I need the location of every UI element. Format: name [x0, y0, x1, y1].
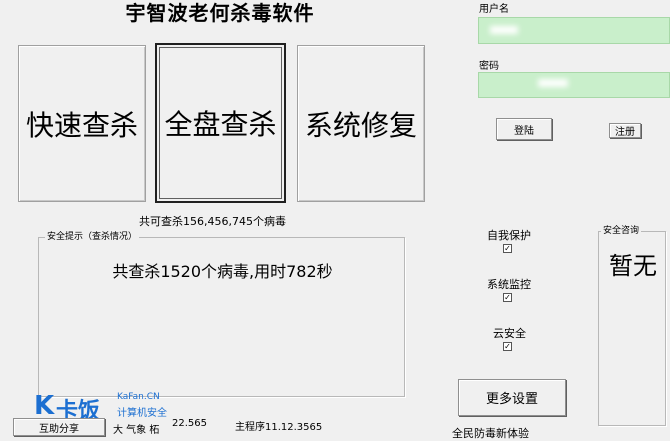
password-label: 密码 [479, 61, 499, 72]
mutual-help-share-button[interactable]: 互助分享 [13, 418, 105, 436]
app-title: 宇智波老何杀毒软件 [125, 1, 315, 25]
password-input[interactable] [478, 72, 670, 98]
scan-result-message: 共查杀1520个病毒,用时782秒 [112, 262, 333, 281]
system-repair-button[interactable]: 系统修复 [297, 45, 425, 202]
username-label: 用户名 [479, 4, 509, 15]
self-protect-label: 自我保护 [487, 229, 531, 242]
login-button[interactable]: 登陆 [496, 118, 552, 140]
security-consult-legend: 安全咨询 [601, 225, 642, 237]
quick-scan-button[interactable]: 快速查杀 [18, 45, 146, 202]
cloud-security-checkbox[interactable]: ✓ [503, 342, 512, 351]
full-scan-button[interactable]: 全盘查杀 [155, 43, 286, 203]
version-number: 22.565 [172, 418, 207, 429]
self-protect-checkbox[interactable]: ✓ [503, 244, 512, 253]
system-monitor-checkbox[interactable]: ✓ [503, 293, 512, 302]
security-consult-group: 安全咨询 暂无 [598, 225, 666, 426]
cloud-security-label: 云安全 [493, 327, 526, 340]
more-settings-button[interactable]: 更多设置 [458, 379, 566, 416]
register-button[interactable]: 注册 [609, 123, 641, 138]
weather-text: 大 气象 柘 [113, 425, 160, 436]
main-program-version: 主程序11.12.3565 [235, 422, 323, 433]
watermark-tagline: 计算机安全 [117, 408, 167, 419]
safety-group-legend: 安全提示（查杀情况） [45, 231, 140, 243]
kafan-logo-icon: K [34, 391, 55, 421]
security-consult-value: 暂无 [609, 252, 657, 280]
watermark-site: KaFan.CN [117, 392, 160, 402]
safety-group: 安全提示（查杀情况） 共查杀1520个病毒,用时782秒 [38, 231, 405, 397]
system-monitor-label: 系统监控 [487, 278, 531, 291]
redaction-mark [538, 79, 568, 87]
redaction-mark [490, 26, 518, 34]
virus-db-count: 共可查杀156,456,745个病毒 [139, 215, 286, 228]
